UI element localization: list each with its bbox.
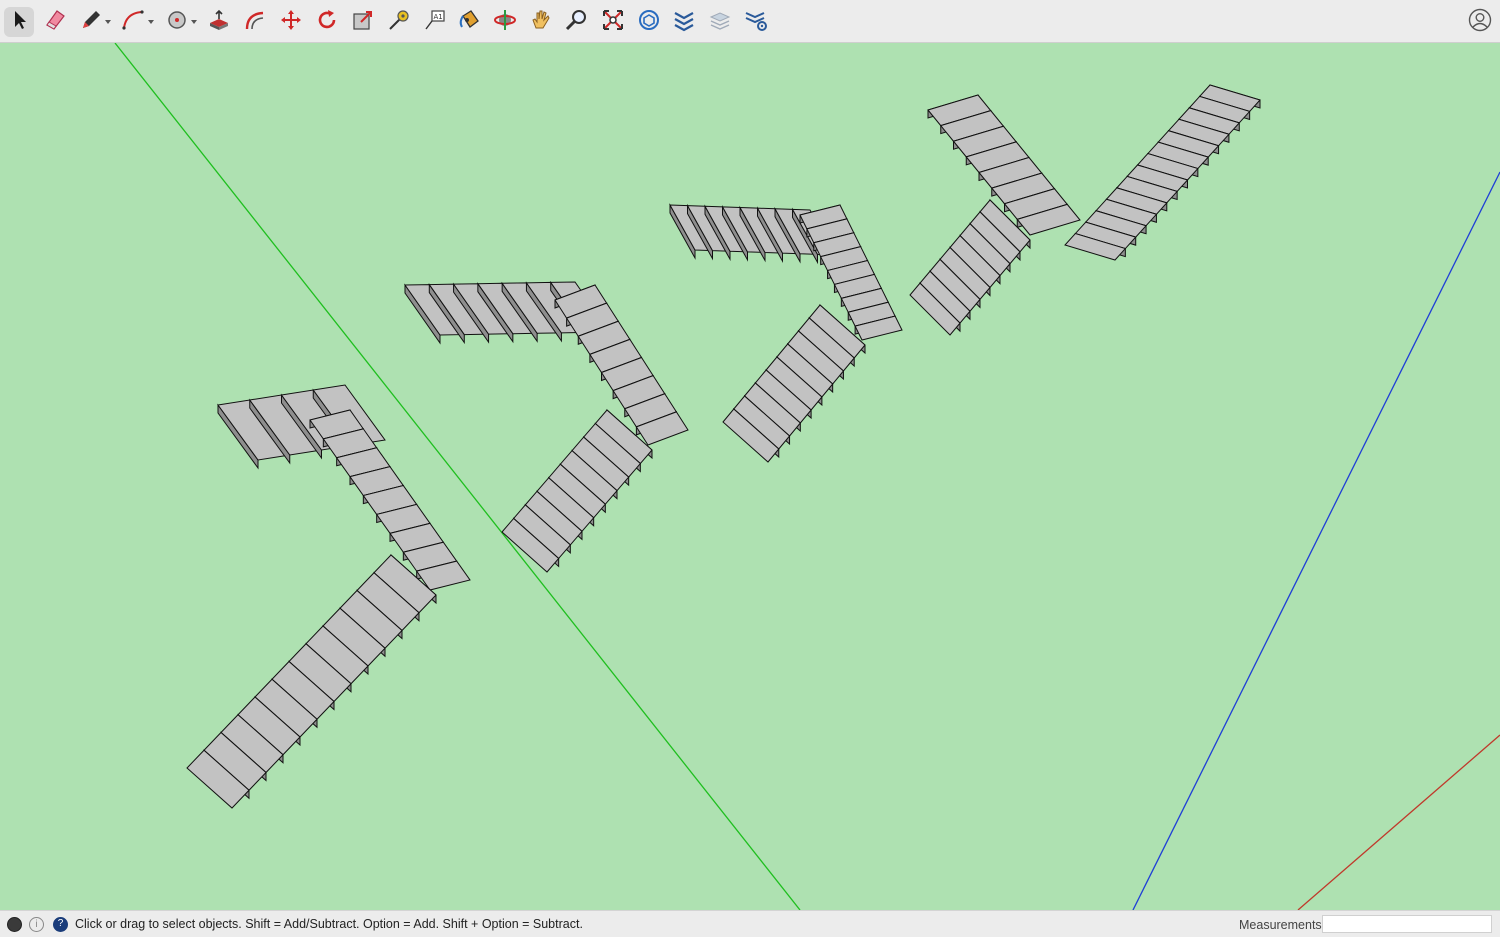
scale-tool[interactable] [348, 7, 378, 37]
arc-tool[interactable] [118, 7, 148, 37]
paint-bucket-icon [457, 8, 481, 37]
extension-warehouse-button[interactable] [669, 7, 699, 37]
extension-warehouse-icon [672, 8, 696, 37]
paint-bucket-tool[interactable] [454, 7, 484, 37]
zoom-extents-tool[interactable] [598, 7, 628, 37]
staircase-1-lower-flight[interactable] [186, 553, 437, 809]
arc-icon [121, 8, 145, 37]
staircase-2-lower-flight[interactable] [501, 408, 653, 573]
push-pull-icon [207, 8, 231, 37]
magnifier-icon [564, 8, 588, 37]
offset-tool[interactable] [240, 7, 270, 37]
red-axis-line [1297, 734, 1500, 910]
offset-icon [243, 8, 267, 37]
credits-icon[interactable]: i [29, 917, 44, 932]
orbit-tool[interactable] [490, 7, 520, 37]
select-tool[interactable] [4, 7, 34, 37]
move-icon [279, 8, 303, 37]
text-icon: A1 [423, 8, 447, 37]
measurements-label: Measurements [1239, 918, 1322, 932]
staircase-3-lower-flight[interactable] [722, 303, 866, 463]
orbit-icon [493, 8, 517, 37]
zoom-tool[interactable] [561, 7, 591, 37]
line-tool[interactable] [76, 7, 106, 37]
staircase-4-lower-flight[interactable] [909, 198, 1031, 336]
eraser-tool[interactable] [40, 7, 70, 37]
staircase-4-long-flight[interactable] [1064, 84, 1261, 261]
line-dropdown-caret[interactable] [105, 20, 111, 24]
tape-measure-icon [387, 8, 411, 37]
eraser-icon [43, 8, 67, 37]
pencil-icon [79, 8, 103, 37]
push-pull-tool[interactable] [204, 7, 234, 37]
scale-icon [351, 8, 375, 37]
zoom-extents-icon [601, 8, 625, 37]
hand-icon [529, 8, 553, 37]
layers-settings-button[interactable] [741, 7, 771, 37]
tape-measure-tool[interactable] [384, 7, 414, 37]
3d-warehouse-button[interactable] [634, 7, 664, 37]
select-arrow-icon [7, 8, 31, 37]
shapes-dropdown-caret[interactable] [191, 20, 197, 24]
warehouse-icon [637, 8, 661, 37]
model-viewport[interactable] [0, 43, 1500, 910]
layers-icon [709, 8, 733, 37]
status-bar: i ? Click or drag to select objects. Shi… [0, 910, 1500, 937]
main-toolbar: A1 [0, 0, 1500, 43]
user-account-button[interactable] [1468, 8, 1492, 37]
text-tool[interactable]: A1 [420, 7, 450, 37]
svg-text:A1: A1 [434, 13, 443, 21]
status-message: Click or drag to select objects. Shift =… [75, 917, 583, 931]
geo-location-icon[interactable] [7, 917, 22, 932]
help-icon[interactable]: ? [53, 917, 68, 932]
staircase-2-middle-flight[interactable] [554, 284, 689, 446]
arc-dropdown-caret[interactable] [148, 20, 154, 24]
rotate-tool[interactable] [312, 7, 342, 37]
shapes-tool[interactable] [162, 7, 192, 37]
measurements-input[interactable] [1322, 915, 1492, 933]
layers-button[interactable] [706, 7, 736, 37]
move-tool[interactable] [276, 7, 306, 37]
blue-axis-line [1132, 171, 1500, 910]
user-account-icon [1468, 8, 1492, 37]
rotate-icon [315, 8, 339, 37]
pan-tool[interactable] [526, 7, 556, 37]
scene-canvas [114, 43, 1500, 910]
layers-gear-icon [744, 8, 768, 37]
circle-shape-icon [165, 8, 189, 37]
